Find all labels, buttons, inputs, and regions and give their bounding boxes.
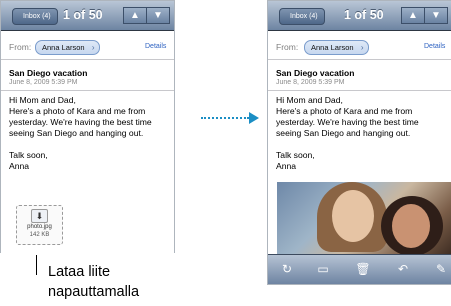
bottom-toolbar: ↻ ▭ 🗑 ↶ ✎ xyxy=(268,254,451,284)
sender-chip[interactable]: Anna Larson › xyxy=(35,40,100,55)
up-arrow-icon: ▲ xyxy=(408,10,418,21)
arrow-head-icon xyxy=(249,112,259,124)
sender-name: Anna Larson xyxy=(42,43,85,52)
body-line: Anna xyxy=(276,161,297,171)
down-arrow-icon: ▼ xyxy=(153,10,163,21)
body-line: Talk soon, xyxy=(9,150,48,160)
download-arrow-icon: ⬇ xyxy=(31,209,48,223)
body-line: Anna xyxy=(9,161,30,171)
nav-bar: Inbox (4) 1 of 50 ▲ ▼ xyxy=(268,1,451,31)
inbox-back-button[interactable]: Inbox (4) xyxy=(12,8,58,25)
face1 xyxy=(332,190,374,242)
dotted-arrow-line xyxy=(201,117,249,119)
caption-line-2: napauttamalla xyxy=(48,284,140,300)
attachment-name: photo.jpg xyxy=(27,224,52,230)
attachment-download[interactable]: ⬇ photo.jpg 142 KB xyxy=(16,205,63,245)
body-line: seeing San Diego and hanging out. xyxy=(276,128,411,138)
body-line xyxy=(9,139,152,150)
chevron-right-icon: › xyxy=(360,43,364,52)
from-label: From: xyxy=(276,42,299,52)
previous-message-button[interactable]: ▲ xyxy=(123,7,147,24)
callout-line xyxy=(36,255,37,275)
email-date: June 8, 2009 5:39 PM xyxy=(276,79,345,86)
previous-message-button[interactable]: ▲ xyxy=(401,7,425,24)
reply-icon[interactable]: ↶ xyxy=(394,261,412,277)
body-line: Here's a photo of Kara and me from xyxy=(276,106,413,116)
details-link[interactable]: Details xyxy=(145,43,166,50)
message-counter: 1 of 50 xyxy=(63,8,103,22)
nav-bar: Inbox (4) 1 of 50 ▲ ▼ xyxy=(1,1,174,31)
inbox-back-button[interactable]: Inbox (4) xyxy=(279,8,325,25)
left-email-screen: Inbox (4) 1 of 50 ▲ ▼ From: Anna Larson … xyxy=(0,0,175,253)
move-folder-icon[interactable]: ▭ xyxy=(314,261,332,277)
trash-icon[interactable]: 🗑 xyxy=(354,261,372,277)
body-line: yesterday. We're having the best time xyxy=(9,117,152,127)
email-date: June 8, 2009 5:39 PM xyxy=(9,79,78,86)
body-line: Talk soon, xyxy=(276,150,315,160)
body-line xyxy=(276,139,419,150)
email-subject: San Diego vacation xyxy=(276,68,355,78)
body-line: seeing San Diego and hanging out. xyxy=(9,128,144,138)
body-line: yesterday. We're having the best time xyxy=(276,117,419,127)
attachment-size: 142 KB xyxy=(29,232,50,238)
refresh-icon[interactable]: ↻ xyxy=(278,261,296,277)
caption-line-1: Lataa liite xyxy=(48,264,111,280)
chevron-right-icon: › xyxy=(91,43,95,52)
attached-photo[interactable] xyxy=(277,182,451,256)
from-row: From: Anna Larson › Details xyxy=(268,37,451,60)
details-link[interactable]: Details xyxy=(424,43,445,50)
sender-name: Anna Larson xyxy=(311,43,354,52)
from-row: From: Anna Larson › Details xyxy=(1,37,174,60)
face2 xyxy=(392,204,430,248)
next-message-button[interactable]: ▼ xyxy=(146,7,170,24)
divider xyxy=(1,90,174,91)
message-counter: 1 of 50 xyxy=(344,8,384,22)
from-label: From: xyxy=(9,42,32,52)
body-line: Here's a photo of Kara and me from xyxy=(9,106,146,116)
right-email-screen: Inbox (4) 1 of 50 ▲ ▼ From: Anna Larson … xyxy=(267,0,451,285)
callout-caption: Lataa liite napauttamalla xyxy=(48,262,139,302)
up-arrow-icon: ▲ xyxy=(130,10,140,21)
body-line: Hi Mom and Dad, xyxy=(276,95,343,105)
compose-icon[interactable]: ✎ xyxy=(432,261,450,277)
email-body: Hi Mom and Dad, Here's a photo of Kara a… xyxy=(276,95,419,172)
sender-chip[interactable]: Anna Larson › xyxy=(304,40,369,55)
next-message-button[interactable]: ▼ xyxy=(424,7,448,24)
divider xyxy=(268,90,451,91)
email-subject: San Diego vacation xyxy=(9,68,88,78)
down-arrow-icon: ▼ xyxy=(431,10,441,21)
email-body: Hi Mom and Dad, Here's a photo of Kara a… xyxy=(9,95,152,172)
body-line: Hi Mom and Dad, xyxy=(9,95,76,105)
